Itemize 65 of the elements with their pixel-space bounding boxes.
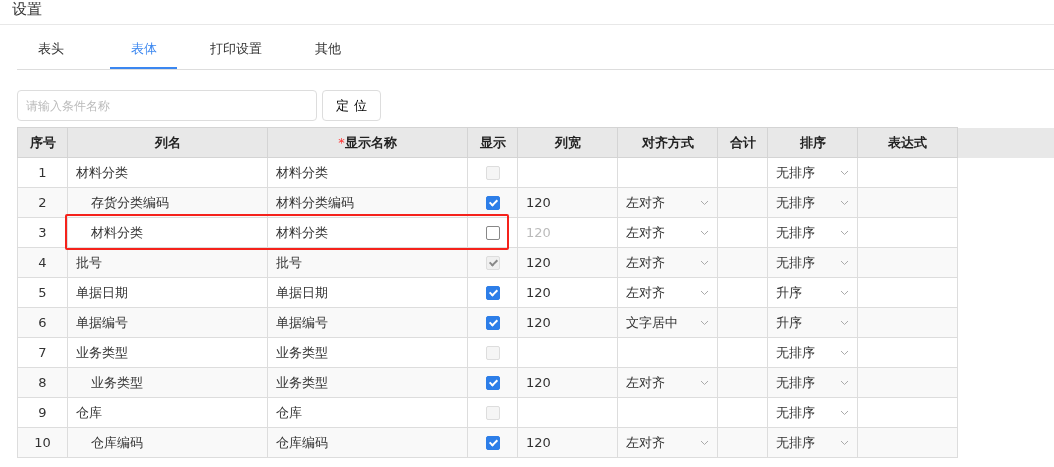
search-field[interactable]: 请输入条件名称 (17, 90, 317, 121)
table-cell: 单据编号 (267, 307, 468, 338)
table-cell: 10 (17, 427, 68, 458)
table-cell: 业务类型 (267, 367, 468, 398)
table-cell: 7 (17, 337, 68, 368)
window-title: 设置 (0, 0, 1054, 25)
table-cell: 9 (17, 397, 68, 428)
table-cell: 业务类型 (67, 367, 268, 398)
table-cell: 6 (17, 307, 68, 338)
caret-icon (840, 379, 849, 386)
locate-button[interactable]: 定 位 (322, 90, 381, 121)
caret-icon (840, 229, 849, 236)
sort-select[interactable]: 升序 (776, 282, 802, 303)
caret-icon (700, 259, 709, 266)
table-cell: 仓库 (267, 397, 468, 428)
caret-icon (840, 409, 849, 416)
tab[interactable]: 其他 (294, 37, 361, 69)
width-field: 120 (517, 217, 618, 248)
table-cell: 2 (17, 187, 68, 218)
caret-icon (840, 439, 849, 446)
caret-icon (700, 439, 709, 446)
caret-icon (840, 169, 849, 176)
table-cell: 仓库编码 (267, 427, 468, 458)
column-header: 表达式 (857, 127, 958, 158)
column-header: 排序 (767, 127, 858, 158)
caret-icon (700, 379, 709, 386)
caret-icon (840, 259, 849, 266)
table-cell: 4 (17, 247, 68, 278)
table-cell: 材料分类 (67, 157, 268, 188)
column-header: 对齐方式 (617, 127, 718, 158)
caret-icon (700, 199, 709, 206)
tab[interactable]: 表体 (110, 37, 177, 69)
width-field[interactable]: 120 (517, 307, 618, 338)
column-header: 列宽 (517, 127, 618, 158)
column-header: 合计 (717, 127, 768, 158)
caret-icon (840, 319, 849, 326)
table-cell: 1 (17, 157, 68, 188)
table-cell: 8 (17, 367, 68, 398)
table-cell: 仓库 (67, 397, 268, 428)
checkbox[interactable] (485, 316, 500, 331)
caret-icon (840, 199, 849, 206)
checkbox[interactable] (485, 286, 500, 301)
column-header: 序号 (17, 127, 68, 158)
column-header: 显示 (467, 127, 518, 158)
table-cell: 5 (17, 277, 68, 308)
column-label: 显示名称 (344, 134, 397, 150)
tab[interactable]: 表头 (17, 37, 85, 69)
required-mark: * (338, 134, 345, 150)
caret-icon (700, 319, 709, 326)
table-cell: 单据日期 (67, 277, 268, 308)
table-cell: 单据编号 (67, 307, 268, 338)
column-header: 列名 (67, 127, 268, 158)
caret-icon (840, 289, 849, 296)
table-cell: 3 (17, 217, 68, 248)
table-cell: 材料分类 (267, 157, 468, 188)
width-field[interactable]: 120 (517, 277, 618, 308)
table-cell: 仓库编码 (67, 427, 268, 458)
caret-icon (840, 349, 849, 356)
caret-icon (700, 229, 709, 236)
table-cell: 单据日期 (267, 277, 468, 308)
table-cell: 业务类型 (67, 337, 268, 368)
sort-select[interactable]: 升序 (776, 312, 802, 333)
caret-icon (700, 289, 709, 296)
table-cell: 业务类型 (267, 337, 468, 368)
tab[interactable]: 打印设置 (202, 37, 269, 69)
